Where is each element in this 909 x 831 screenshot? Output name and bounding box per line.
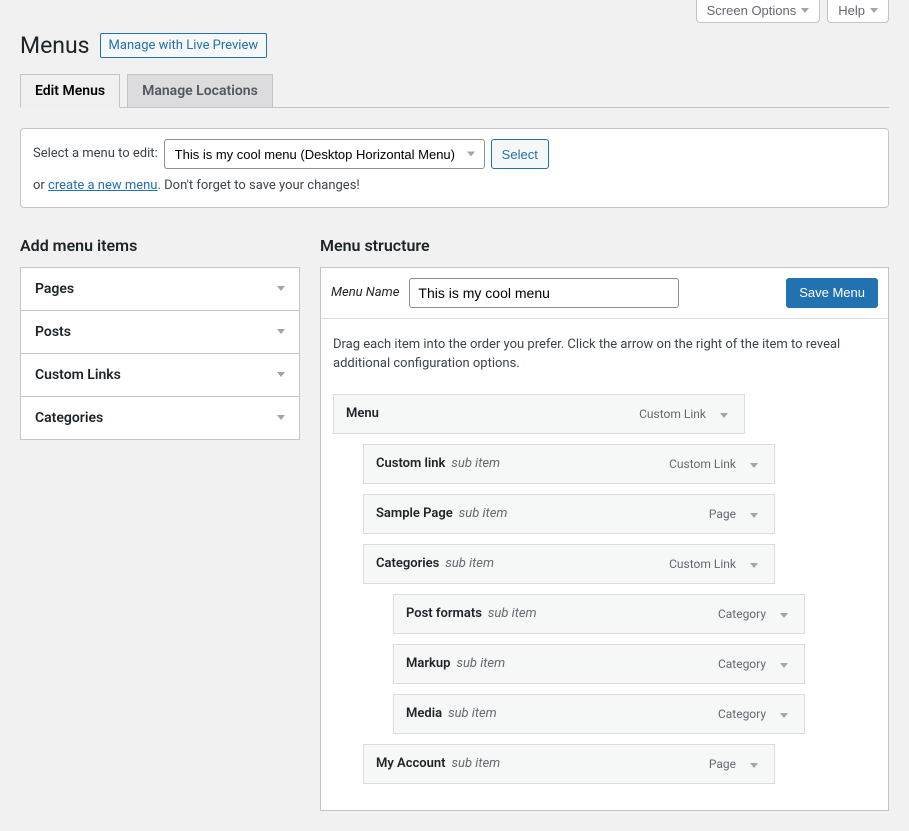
select-menu-label: Select a menu to edit: [33,144,158,165]
menu-name-label: Menu Name [331,285,409,300]
menu-item-type: Category [718,657,766,671]
caret-down-icon [780,663,788,668]
caret-down-icon [277,329,285,334]
add-menu-items-title: Add menu items [20,236,300,255]
menu-item-toggle[interactable] [776,703,792,725]
accordion-pages[interactable]: Pages [21,268,299,310]
tab-edit-menus[interactable]: Edit Menus [20,74,120,108]
menu-item[interactable]: My Account sub item Page [363,744,775,784]
menu-item[interactable]: Custom link sub item Custom Link [363,444,775,484]
menu-item-type: Category [718,707,766,721]
caret-down-icon [870,8,878,13]
caret-down-icon [750,513,758,518]
accordion-label: Categories [35,410,103,426]
menu-item-subtext: sub item [488,606,537,621]
menu-item-subtext: sub item [445,556,494,571]
menu-item-toggle[interactable] [746,453,762,475]
save-menu-button[interactable]: Save Menu [786,278,878,308]
page-title: Menus [20,32,90,59]
menu-item-type: Custom Link [669,557,736,571]
caret-down-icon [277,415,285,420]
accordion-label: Posts [35,324,71,340]
accordion-posts[interactable]: Posts [21,311,299,353]
add-items-accordion: Pages Posts Custom Links Categories [20,267,300,440]
screen-options-button[interactable]: Screen Options [696,0,821,23]
menu-item-subtext: sub item [456,656,505,671]
menu-item-type: Page [709,507,736,521]
instructions-text: Drag each item into the order you prefer… [333,335,876,374]
menu-item[interactable]: Sample Page sub item Page [363,494,775,534]
menu-item-type: Custom Link [669,457,736,471]
menu-item-subtext: sub item [451,456,500,471]
accordion-custom-links[interactable]: Custom Links [21,354,299,396]
caret-down-icon [277,372,285,377]
caret-down-icon [780,613,788,618]
menu-item-toggle[interactable] [746,503,762,525]
caret-down-icon [750,563,758,568]
menu-item-title: Custom link [376,456,445,471]
select-button[interactable]: Select [491,139,549,169]
menu-item-subtext: sub item [452,756,501,771]
menu-item-toggle[interactable] [746,553,762,575]
help-button[interactable]: Help [827,0,889,23]
menu-item[interactable]: Categories sub item Custom Link [363,544,775,584]
menu-item-subtext: sub item [448,706,497,721]
menu-item-toggle[interactable] [776,603,792,625]
menu-item[interactable]: Menu Custom Link [333,394,745,434]
menu-select[interactable]: This is my cool menu (Desktop Horizontal… [164,139,485,169]
menu-item-type: Category [718,607,766,621]
menu-item-title: My Account [376,756,446,771]
live-preview-button[interactable]: Manage with Live Preview [100,33,268,58]
menu-item-title: Media [406,706,442,721]
caret-down-icon [720,413,728,418]
accordion-label: Custom Links [35,367,121,383]
menu-select-panel: Select a menu to edit: This is my cool m… [20,128,889,208]
menu-item-type: Custom Link [639,407,706,421]
caret-down-icon [780,713,788,718]
caret-down-icon [750,763,758,768]
menu-item-title: Sample Page [376,506,453,521]
menu-item-subtext: sub item [459,506,508,521]
menu-item-title: Markup [406,656,450,671]
tabs: Edit Menus Manage Locations [20,74,889,108]
menu-item[interactable]: Markup sub item Category [393,644,805,684]
caret-down-icon [277,286,285,291]
menu-item-toggle[interactable] [776,653,792,675]
help-label: Help [838,3,865,18]
menu-item-toggle[interactable] [746,753,762,775]
menu-item[interactable]: Media sub item Category [393,694,805,734]
menu-item-title: Post formats [406,606,482,621]
caret-down-icon [750,463,758,468]
screen-options-label: Screen Options [707,3,797,18]
menu-structure-panel: Menu Name Save Menu Drag each item into … [320,267,889,811]
menu-item-toggle[interactable] [716,403,732,425]
menu-item-title: Categories [376,556,439,571]
menu-items-list: Menu Custom Link Custom link sub item Cu… [333,394,876,784]
menu-item-title: Menu [346,406,379,421]
create-new-menu-link[interactable]: create a new menu [48,178,157,193]
menu-name-input[interactable] [409,278,679,308]
caret-down-icon [801,8,809,13]
tab-manage-locations[interactable]: Manage Locations [127,74,273,107]
menu-item[interactable]: Post formats sub item Category [393,594,805,634]
accordion-label: Pages [35,281,74,297]
accordion-categories[interactable]: Categories [21,397,299,439]
menu-structure-title: Menu structure [320,236,889,255]
menu-item-type: Page [709,757,736,771]
or-text: or [33,178,48,193]
reminder-text: . Don't forget to save your changes! [157,178,359,193]
